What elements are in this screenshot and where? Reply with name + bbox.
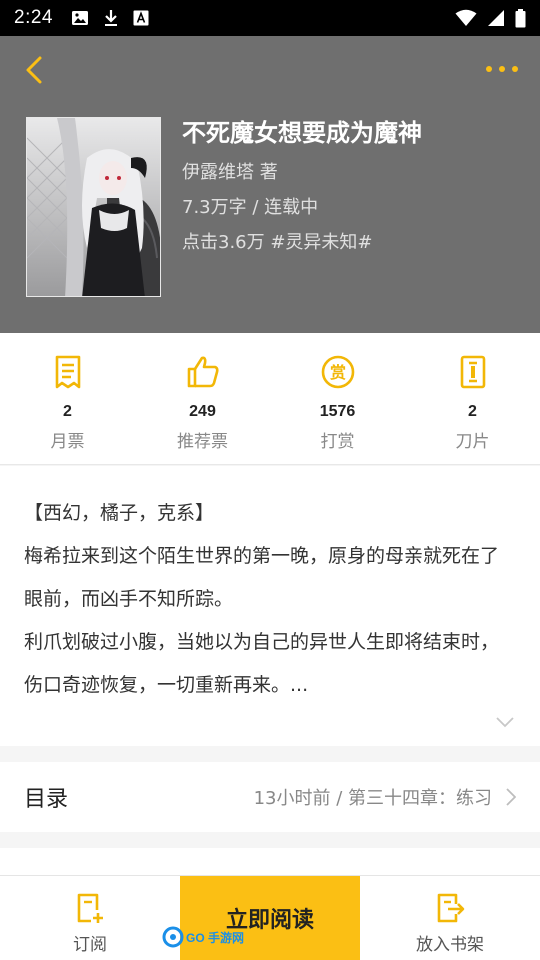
stat-label: 月票 [50,432,85,452]
book-header: 不死魔女想要成为魔神 伊露维塔 著 7.3万字 / 连载中 点击3.6万 #灵异… [0,36,540,333]
bottom-action-bar: 订阅 立即阅读 GO 手游网 放入书架 [0,875,540,960]
stat-reward[interactable]: 赏 1576 打赏 [270,333,405,464]
watermark-text: GO 手游网 [186,930,245,945]
image-notification-icon [71,11,88,25]
watermark: GO 手游网 [162,926,244,948]
download-notification-icon [104,10,117,26]
status-bar: 2:24 [0,0,540,36]
subscribe-button[interactable]: 订阅 [0,876,180,960]
stat-label: 刀片 [455,432,490,452]
add-to-shelf-button[interactable]: 放入书架 [360,876,540,960]
description-line: 【西幻，橘子，克系】 [24,502,215,524]
wifi-icon [455,9,477,26]
book-info: 不死魔女想要成为魔神 伊露维塔 著 7.3万字 / 连载中 点击3.6万 #灵异… [182,116,528,255]
cover-illustration [27,118,160,296]
cell-signal-icon [488,10,504,26]
book-author[interactable]: 伊露维塔 著 [182,161,528,185]
table-of-contents-row[interactable]: 目录 13小时前 / 第三十四章：练习 [0,762,540,832]
thumbs-up-icon [187,356,219,388]
toc-label: 目录 [24,787,69,812]
book-title: 不死魔女想要成为魔神 [182,119,422,147]
reward-coin-icon: 赏 [321,355,354,389]
blade-icon [460,355,485,389]
stat-monthly-ticket[interactable]: 2 月票 [0,333,135,464]
chevron-down-icon [496,717,514,728]
svg-text:赏: 赏 [329,363,345,382]
book-clicks-tag: 点击3.6万 #灵异未知# [182,232,373,253]
book-word-count-status: 7.3万字 / 连载中 [182,197,319,218]
subscribe-label: 订阅 [73,935,107,955]
book-description[interactable]: 【西幻，橘子，克系】 梅希拉来到这个陌生世界的第一晚，原身的母亲就死在了眼前，而… [0,466,540,746]
stat-blade[interactable]: 2 刀片 [405,333,540,464]
stat-value: 2 [468,403,477,420]
stat-value: 249 [189,403,216,420]
stat-value: 1576 [319,403,356,420]
add-to-shelf-icon [437,893,465,923]
stats-row: 2 月票 249 推荐票 赏 1576 打赏 2 刀片 [0,333,540,465]
chevron-right-icon [506,788,516,806]
status-system-icons [455,8,526,28]
chevron-left-icon [26,56,42,84]
expand-description-button[interactable] [496,713,514,732]
book-cover-image[interactable] [26,117,161,297]
watermark-logo-icon [162,926,184,948]
stat-recommend-ticket[interactable]: 249 推荐票 [135,333,270,464]
read-now-button[interactable]: 立即阅读 GO 手游网 [162,876,360,960]
battery-icon [515,8,526,27]
book-detail-screen: 2:24 不死魔女想要成为魔神 伊露维塔 著 7.3万字 / 连载中 点击3.6… [0,0,540,960]
stat-label: 打赏 [320,432,355,452]
back-button[interactable] [16,52,52,88]
status-notification-icons [71,9,149,27]
toc-latest-chapter: 13小时前 / 第三十四章：练习 [253,788,492,809]
status-time: 2:24 [14,7,53,28]
add-to-shelf-label: 放入书架 [416,935,484,955]
description-line: 利爪划破过小腹，当她以为自己的异世人生即将结束时，伤口奇迹恢复，一切重新再来。.… [24,631,500,696]
more-dots-icon [486,66,518,72]
stat-value: 2 [63,403,72,420]
stat-label: 推荐票 [177,432,228,452]
description-line: 梅希拉来到这个陌生世界的第一晚，原身的母亲就死在了眼前，而凶手不知所踪。 [24,545,500,610]
ticket-icon [55,355,80,389]
app-notification-icon [133,10,149,26]
more-options-button[interactable] [482,54,522,84]
subscribe-icon [77,893,103,923]
